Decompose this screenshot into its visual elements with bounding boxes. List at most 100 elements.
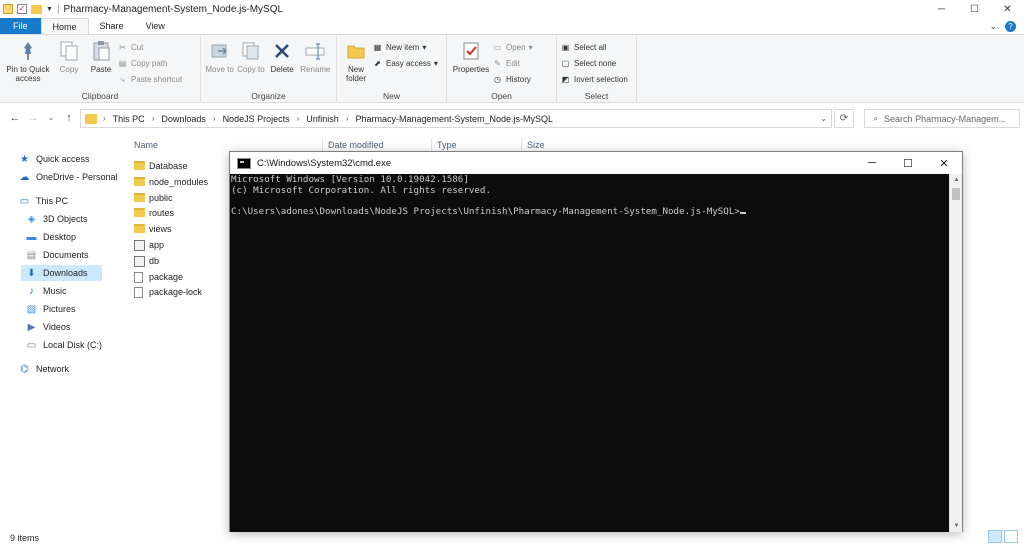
- back-button[interactable]: ←: [6, 112, 24, 124]
- breadcrumb-unfinish[interactable]: Unfinish: [306, 114, 339, 124]
- ribbon: Pin to Quick access Copy Paste ✂ Cut ▤ C…: [0, 35, 1024, 103]
- customize-toolbar-icon[interactable]: ▼: [46, 6, 53, 13]
- cut-button[interactable]: ✂ Cut: [117, 41, 182, 54]
- cmd-title-bar[interactable]: C:\Windows\System32\cmd.exe ─ ☐ ✕: [230, 152, 962, 174]
- chevron-right-icon[interactable]: ›: [346, 114, 349, 123]
- help-icon[interactable]: ?: [1005, 20, 1016, 32]
- details-view-button[interactable]: [988, 530, 1002, 543]
- history-button[interactable]: ◷ History: [492, 73, 533, 86]
- open-button[interactable]: ▭ Open ▾: [492, 41, 533, 54]
- up-button[interactable]: ↑: [60, 112, 78, 124]
- close-button[interactable]: ✕: [991, 0, 1024, 18]
- address-dropdown-icon[interactable]: ⌄: [820, 114, 827, 123]
- new-item-button[interactable]: ▦ New item ▾: [372, 41, 438, 54]
- cmd-minimize-button[interactable]: ─: [854, 152, 890, 174]
- breadcrumb-downloads[interactable]: Downloads: [161, 114, 206, 124]
- item-count: 9 items: [10, 533, 40, 543]
- select-none-button[interactable]: ▢ Select none: [560, 57, 628, 70]
- list-item[interactable]: package-lock: [134, 287, 202, 299]
- list-item[interactable]: routes: [134, 208, 174, 218]
- cmd-maximize-button[interactable]: ☐: [890, 152, 926, 174]
- sidebar-item-label: Network: [36, 364, 70, 374]
- js-file-icon: [134, 255, 145, 267]
- chevron-right-icon[interactable]: ›: [152, 114, 155, 123]
- large-icons-view-button[interactable]: [1004, 530, 1018, 543]
- address-bar[interactable]: › This PC › Downloads › NodeJS Projects …: [80, 109, 832, 128]
- cmd-scrollbar[interactable]: ▲ ▼: [949, 174, 962, 532]
- breadcrumb-this-pc[interactable]: This PC: [113, 114, 145, 124]
- column-header-size[interactable]: Size: [527, 140, 545, 150]
- list-item[interactable]: db: [134, 255, 159, 267]
- videos-icon: ▶: [27, 321, 36, 333]
- file-name: routes: [149, 208, 175, 219]
- list-item[interactable]: views: [134, 224, 172, 234]
- cmd-close-button[interactable]: ✕: [926, 152, 962, 174]
- properties-quick-icon[interactable]: ✓: [17, 4, 27, 14]
- breadcrumb-current-folder[interactable]: Pharmacy-Management-System_Node.js-MySQL: [355, 114, 553, 124]
- search-placeholder: Search Pharmacy-Managem...: [884, 113, 1007, 124]
- cmd-window[interactable]: C:\Windows\System32\cmd.exe ─ ☐ ✕ Micros…: [229, 151, 963, 532]
- refresh-button[interactable]: ⟳: [834, 109, 854, 128]
- js-file-icon: [134, 240, 145, 251]
- list-item[interactable]: Database: [134, 161, 188, 171]
- sidebar-item-label: 3D Objects: [43, 214, 88, 224]
- column-divider[interactable]: [322, 138, 323, 152]
- search-input[interactable]: ⌕ Search Pharmacy-Managem...: [864, 109, 1020, 128]
- sidebar-item-onedrive-personal[interactable]: ☁ OneDrive - Personal: [14, 169, 132, 185]
- column-header-type[interactable]: Type: [437, 140, 457, 150]
- music-icon: ♪: [29, 285, 34, 297]
- tab-view[interactable]: View: [135, 18, 176, 34]
- list-item[interactable]: package: [134, 271, 183, 283]
- scroll-down-arrow-icon[interactable]: ▼: [950, 520, 963, 532]
- maximize-button[interactable]: ☐: [958, 0, 991, 18]
- edit-button[interactable]: ✎ Edit: [492, 57, 533, 70]
- forward-button[interactable]: →: [24, 112, 42, 124]
- scroll-up-arrow-icon[interactable]: ▲: [950, 174, 963, 186]
- sidebar-item-videos[interactable]: ▶ Videos: [21, 319, 84, 335]
- chevron-right-icon[interactable]: ›: [213, 114, 216, 123]
- edit-icon: ✎: [494, 59, 501, 68]
- list-item[interactable]: public: [134, 192, 173, 203]
- select-all-button[interactable]: ▣ Select all: [560, 41, 628, 54]
- chevron-right-icon[interactable]: ›: [297, 114, 300, 123]
- breadcrumb-nodejs-projects[interactable]: NodeJS Projects: [223, 114, 290, 124]
- new-folder-quick-icon[interactable]: [31, 4, 42, 14]
- column-divider[interactable]: [431, 138, 432, 152]
- sidebar-item-downloads[interactable]: ⬇ Downloads: [21, 265, 102, 281]
- sidebar-item-3d-objects[interactable]: ◈ 3D Objects: [21, 211, 102, 227]
- list-item[interactable]: app: [134, 240, 164, 251]
- sidebar-item-local-disk-c[interactable]: ▭ Local Disk (C:): [21, 337, 116, 353]
- cloud-icon: ☁: [19, 171, 30, 183]
- tab-home[interactable]: Home: [40, 18, 89, 34]
- column-divider[interactable]: [521, 138, 522, 152]
- console-output[interactable]: Microsoft Windows [Version 10.0.19042.15…: [230, 174, 950, 532]
- expand-ribbon-icon[interactable]: ⌄: [989, 21, 997, 32]
- copy-path-button[interactable]: ▤ Copy path: [117, 57, 182, 70]
- sidebar-item-this-pc[interactable]: ▭ This PC: [14, 193, 82, 209]
- ribbon-right-controls: ⌄ ?: [989, 18, 1024, 34]
- json-file-icon: [134, 287, 145, 299]
- minimize-button[interactable]: ─: [925, 0, 958, 18]
- tab-file[interactable]: File: [0, 18, 41, 34]
- list-item[interactable]: node_modules: [134, 176, 209, 187]
- file-name: node_modules: [149, 176, 209, 187]
- invert-selection-button[interactable]: ◩ Invert selection: [560, 73, 628, 86]
- column-header-name[interactable]: Name: [134, 140, 158, 150]
- tab-share[interactable]: Share: [89, 18, 135, 34]
- file-name: views: [149, 224, 172, 235]
- recent-locations-icon[interactable]: ⌄: [42, 114, 60, 122]
- sidebar-item-desktop[interactable]: ▬ Desktop: [21, 229, 90, 245]
- easy-access-button[interactable]: ⬈ Easy access ▾: [372, 57, 438, 70]
- sidebar-item-documents[interactable]: ▤ Documents: [21, 247, 103, 263]
- sidebar-item-pictures[interactable]: ▧ Pictures: [21, 301, 90, 317]
- scroll-thumb[interactable]: [952, 188, 960, 200]
- sidebar-item-label: Pictures: [43, 304, 76, 314]
- clipboard-group: Pin to Quick access Copy Paste ✂ Cut ▤ C…: [0, 35, 201, 103]
- sidebar-item-quick-access[interactable]: ★ Quick access: [14, 151, 104, 167]
- column-header-date-modified[interactable]: Date modified: [328, 140, 384, 150]
- paste-shortcut-button[interactable]: ⤷ Paste shortcut: [117, 73, 182, 86]
- pictures-icon: ▧: [26, 303, 37, 315]
- sidebar-item-music[interactable]: ♪ Music: [21, 283, 81, 299]
- sidebar-item-network[interactable]: ⌬ Network: [14, 361, 83, 377]
- move-to-icon: [208, 40, 232, 62]
